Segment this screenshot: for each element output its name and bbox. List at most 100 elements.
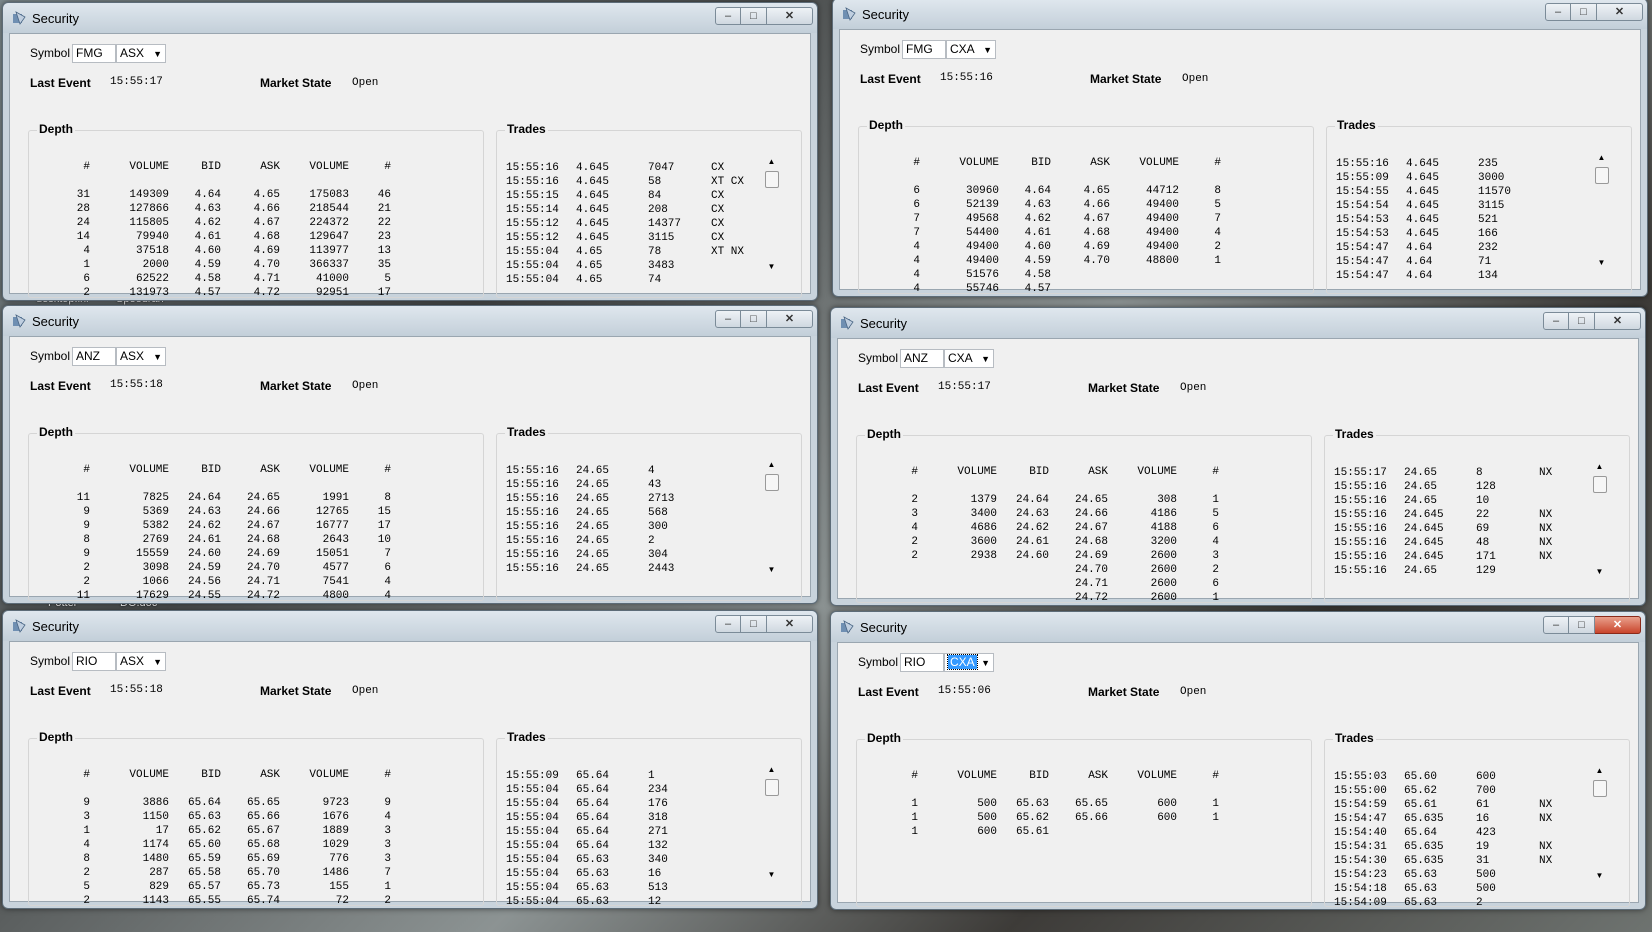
maximize-button[interactable]: □ [741,310,767,328]
symbol-input[interactable]: FMG [902,40,946,59]
trade-row[interactable]: 15:54:23 65.63 500 [1334,868,1579,882]
trade-row[interactable]: 15:55:04 65.64 132 [506,839,751,853]
trade-row[interactable]: 15:55:09 4.645 3000 [1336,171,1581,185]
close-button[interactable]: ✕ [767,7,813,25]
trade-row[interactable]: 15:55:16 24.65 2 [506,534,751,548]
chevron-down-icon[interactable]: ▼ [153,654,162,671]
symbol-input[interactable]: FMG [72,44,116,63]
symbol-input[interactable]: ANZ [900,349,944,368]
trade-row[interactable]: 15:55:16 4.645 58 XT CX [506,175,751,189]
trade-row[interactable]: 15:55:04 4.65 74 [506,273,751,287]
trade-row[interactable]: 15:54:40 65.64 423 [1334,826,1579,840]
scroll-up-icon[interactable]: ▲ [1592,462,1607,471]
trade-row[interactable]: 15:54:47 4.64 134 [1336,269,1581,283]
scroll-thumb[interactable] [765,171,779,188]
chevron-down-icon[interactable]: ▼ [981,351,990,368]
trades-scrollbar[interactable]: ▲ ▼ [764,460,779,574]
scroll-up-icon[interactable]: ▲ [764,157,779,166]
trades-scrollbar[interactable]: ▲ ▼ [1594,153,1609,267]
trade-row[interactable]: 15:54:18 65.63 500 [1334,882,1579,896]
trade-row[interactable]: 15:55:16 24.65 300 [506,520,751,534]
trade-row[interactable]: 15:55:16 24.65 4 [506,464,751,478]
title-bar[interactable]: Security ‒ □ ✕ [833,0,1647,29]
maximize-button[interactable]: □ [1569,312,1595,330]
symbol-input[interactable]: ANZ [72,347,116,366]
trade-row[interactable]: 15:55:04 65.64 234 [506,783,751,797]
close-button[interactable]: ✕ [1595,616,1641,634]
scroll-thumb[interactable] [1595,167,1609,184]
scroll-up-icon[interactable]: ▲ [1592,766,1607,775]
chevron-down-icon[interactable]: ▼ [983,42,992,59]
chevron-down-icon[interactable]: ▼ [981,655,990,672]
trades-scrollbar[interactable]: ▲ ▼ [764,765,779,879]
trade-row[interactable]: 15:54:53 4.645 521 [1336,213,1581,227]
trade-row[interactable]: 15:55:04 65.63 340 [506,853,751,867]
trade-row[interactable]: 15:55:16 24.65 129 [1334,564,1579,578]
exchange-select[interactable]: CXA ▼ [946,40,996,59]
trade-row[interactable]: 15:55:04 65.63 513 [506,881,751,895]
trades-scrollbar[interactable]: ▲ ▼ [764,157,779,271]
trade-row[interactable]: 15:54:30 65.635 31 NX [1334,854,1579,868]
trade-row[interactable]: 15:54:55 4.645 11570 [1336,185,1581,199]
trade-row[interactable]: 15:54:31 65.635 19 NX [1334,840,1579,854]
trade-row[interactable]: 15:55:17 24.65 8 NX [1334,466,1579,480]
trade-row[interactable]: 15:55:00 65.62 700 [1334,784,1579,798]
trade-row[interactable]: 15:55:04 65.63 12 [506,895,751,904]
trades-scrollbar[interactable]: ▲ ▼ [1592,766,1607,880]
trade-row[interactable]: 15:55:15 4.645 84 CX [506,189,751,203]
minimize-button[interactable]: ‒ [1545,3,1571,21]
trade-row[interactable]: 15:54:53 4.645 166 [1336,227,1581,241]
trade-row[interactable]: 15:55:16 24.65 43 [506,478,751,492]
security-window[interactable]: Security ‒ □ ✕ Symbol ANZ CXA ▼ Last Event 15:55:… [830,307,1646,606]
trade-row[interactable]: 15:55:12 4.645 14377 CX [506,217,751,231]
close-button[interactable]: ✕ [1597,3,1643,21]
trade-row[interactable]: 15:54:47 4.64 71 [1336,255,1581,269]
exchange-select[interactable]: ASX ▼ [116,347,166,366]
trades-scrollbar[interactable]: ▲ ▼ [1592,462,1607,576]
trade-row[interactable]: 15:55:16 24.65 10 [1334,494,1579,508]
chevron-down-icon[interactable]: ▼ [153,349,162,366]
trade-row[interactable]: 15:54:09 65.63 2 [1334,896,1579,905]
symbol-input[interactable]: RIO [900,653,944,672]
security-window[interactable]: Security ‒ □ ✕ Symbol FMG CXA ▼ Last Event 15:55:… [832,0,1648,297]
trade-row[interactable]: 15:55:16 24.65 304 [506,548,751,562]
trade-row[interactable]: 15:54:47 65.635 16 NX [1334,812,1579,826]
trade-row[interactable]: 15:55:12 4.645 3115 CX [506,231,751,245]
minimize-button[interactable]: ‒ [1543,616,1569,634]
minimize-button[interactable]: ‒ [715,615,741,633]
trade-row[interactable]: 15:55:16 24.65 2443 [506,562,751,576]
exchange-select[interactable]: CXA ▼ [944,349,994,368]
scroll-thumb[interactable] [765,779,779,796]
maximize-button[interactable]: □ [741,7,767,25]
trade-row[interactable]: 15:54:54 4.645 3115 [1336,199,1581,213]
scroll-down-icon[interactable]: ▼ [764,870,779,879]
trade-row[interactable]: 15:55:16 24.645 171 NX [1334,550,1579,564]
trade-row[interactable]: 15:55:04 4.65 78 XT NX [506,245,751,259]
close-button[interactable]: ✕ [767,615,813,633]
scroll-thumb[interactable] [765,474,779,491]
scroll-thumb[interactable] [1593,476,1607,493]
trade-row[interactable]: 15:55:16 24.645 48 NX [1334,536,1579,550]
title-bar[interactable]: Security ‒ □ ✕ [831,308,1645,338]
trade-row[interactable]: 15:55:16 4.645 7047 CX [506,161,751,175]
title-bar[interactable]: Security ‒ □ ✕ [3,611,817,641]
trade-row[interactable]: 15:54:47 4.64 232 [1336,241,1581,255]
title-bar[interactable]: Security ‒ □ ✕ [3,3,817,33]
minimize-button[interactable]: ‒ [1543,312,1569,330]
exchange-select[interactable]: ASX ▼ [116,44,166,63]
trade-row[interactable]: 15:55:16 4.645 235 [1336,157,1581,171]
maximize-button[interactable]: □ [1569,616,1595,634]
scroll-down-icon[interactable]: ▼ [764,262,779,271]
scroll-down-icon[interactable]: ▼ [764,565,779,574]
title-bar[interactable]: Security ‒ □ ✕ [3,306,817,336]
exchange-select[interactable]: ASX ▼ [116,652,166,671]
close-button[interactable]: ✕ [1595,312,1641,330]
scroll-up-icon[interactable]: ▲ [764,460,779,469]
security-window[interactable]: Security ‒ □ ✕ Symbol FMG ASX ▼ Last Event 15:55:… [2,2,818,301]
trade-row[interactable]: 15:55:03 65.60 600 [1334,770,1579,784]
scroll-down-icon[interactable]: ▼ [1592,567,1607,576]
close-button[interactable]: ✕ [767,310,813,328]
trade-row[interactable]: 15:54:59 65.61 61 NX [1334,798,1579,812]
trade-row[interactable]: 15:55:16 24.65 568 [506,506,751,520]
chevron-down-icon[interactable]: ▼ [153,46,162,63]
